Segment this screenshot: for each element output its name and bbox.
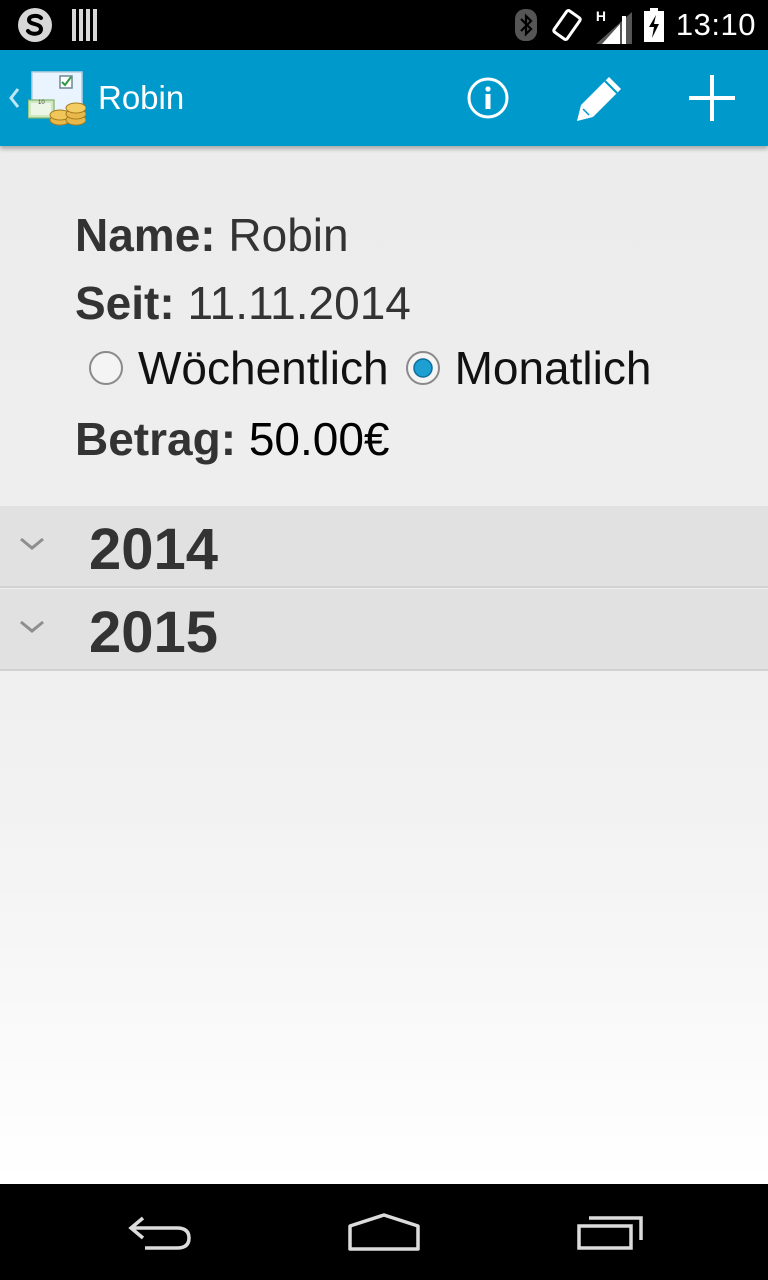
chevron-left-icon[interactable] [8,87,20,109]
svg-text:10: 10 [38,100,45,106]
navigation-bar [0,1184,768,1280]
radio-monthly[interactable]: Monatlich [405,341,652,395]
amount-label: Betrag: [75,413,237,465]
radio-monthly-label[interactable]: Monatlich [455,341,652,395]
add-icon[interactable] [687,73,737,123]
name-value: Robin [228,209,349,261]
home-button[interactable] [304,1184,464,1280]
clock: 13:10 [675,7,756,42]
battery-icon [643,8,664,42]
back-icon[interactable] [125,1212,195,1252]
recents-button[interactable] [530,1184,690,1280]
chevron-down-icon[interactable] [18,619,46,635]
amount-value: 50.00€ [248,413,390,465]
since-label: Seit: [75,277,175,329]
name-label: Name: [75,209,216,261]
app-logo[interactable]: 10 [28,70,86,126]
signal-icon: H [595,6,632,44]
group-row-2015[interactable]: 2015 [0,589,768,671]
info-button[interactable] [440,50,536,146]
skype-icon [16,6,54,44]
recents-icon[interactable] [575,1212,645,1252]
bluetooth-icon [514,8,538,42]
radio-unchecked-icon[interactable] [88,350,124,386]
frequency-radio-group: Wöchentlich Monatlich [88,342,651,394]
edit-button[interactable] [552,50,648,146]
group-label: 2015 [89,600,219,665]
barcode-icon [72,9,98,41]
radio-checked-icon[interactable] [405,350,441,386]
add-button[interactable] [664,50,760,146]
since-row: Seit: 11.11.2014 [75,276,411,330]
up-navigation[interactable] [8,50,20,146]
vibrate-icon [550,8,584,42]
info-icon[interactable] [466,76,510,120]
app-screen: H 13:10 10 Robin Name: Robin Seit: 11.11… [0,0,768,1280]
chevron-down-icon[interactable] [18,536,46,552]
radio-weekly-label[interactable]: Wöchentlich [138,341,389,395]
group-row-2014[interactable]: 2014 [0,506,768,588]
action-bar: 10 Robin [0,50,768,146]
edit-icon[interactable] [573,71,627,125]
amount-row: Betrag: 50.00€ [75,412,390,466]
since-value: 11.11.2014 [187,277,411,329]
name-row: Name: Robin [75,208,349,262]
home-icon[interactable] [346,1212,422,1252]
group-label: 2014 [89,517,219,582]
content-area: Name: Robin Seit: 11.11.2014 Wöchentlich [0,146,768,1184]
page-title: Robin [98,79,185,116]
status-bar: H 13:10 [0,0,768,50]
back-button[interactable] [80,1184,240,1280]
radio-weekly[interactable]: Wöchentlich [88,341,389,395]
network-type-label: H [595,8,607,24]
